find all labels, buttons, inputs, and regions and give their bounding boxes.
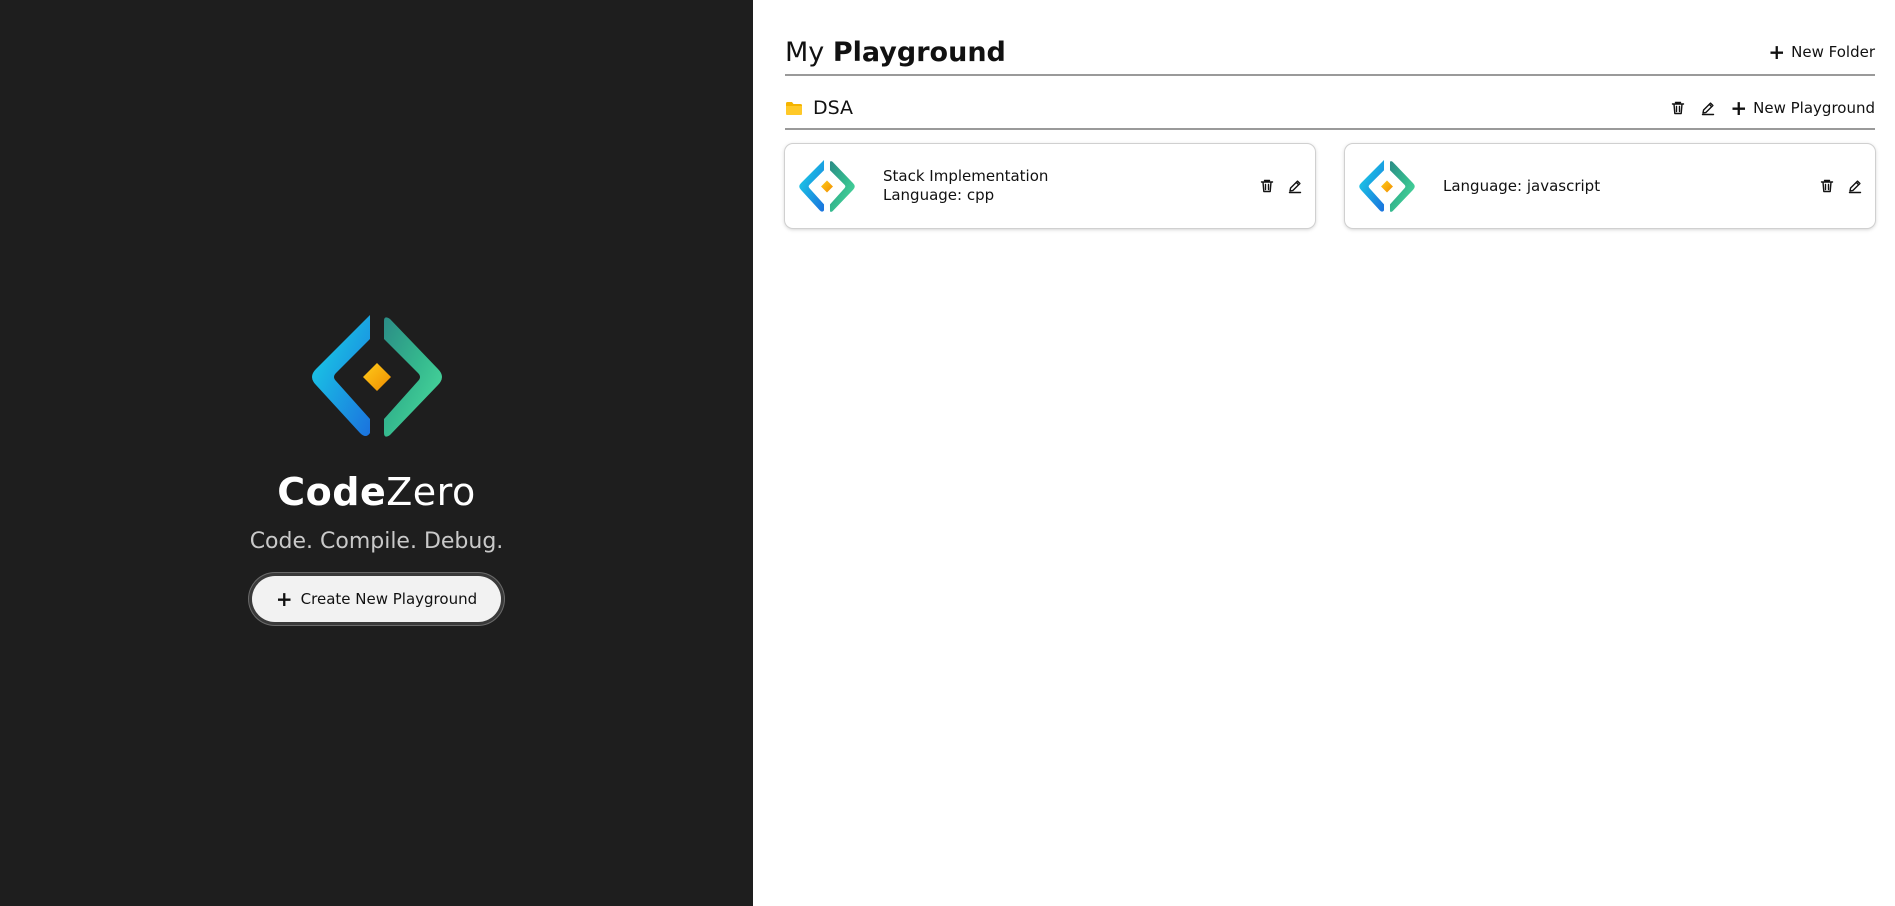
folder-header: DSA + New Playground bbox=[785, 96, 1875, 130]
playground-header: My Playground + New Folder bbox=[785, 37, 1875, 76]
playground-info: Stack Implementation Language: cpp bbox=[883, 167, 1259, 205]
app-root: CodeZero Code. Compile. Debug. + Create … bbox=[0, 0, 1895, 906]
folder-icon bbox=[786, 101, 802, 115]
plus-icon: + bbox=[1768, 40, 1786, 64]
folder-actions: + New Playground bbox=[1670, 98, 1875, 118]
create-new-playground-label: Create New Playground bbox=[300, 589, 478, 608]
new-folder-label: New Folder bbox=[1791, 43, 1875, 61]
folder-name: DSA bbox=[813, 97, 854, 119]
new-playground-button[interactable]: + New Playground bbox=[1730, 98, 1875, 118]
brand-name: CodeZero bbox=[277, 473, 475, 511]
folder-title: DSA bbox=[785, 97, 853, 119]
code-zero-logo-icon bbox=[302, 315, 452, 439]
playground-actions bbox=[1819, 178, 1863, 194]
page-title: My Playground bbox=[785, 37, 1006, 68]
right-panel: My Playground + New Folder DSA + New Pla… bbox=[753, 0, 1895, 906]
playground-title: Stack Implementation bbox=[883, 167, 1049, 185]
playground-cards: Stack Implementation Language: cpp Langu… bbox=[785, 144, 1875, 228]
delete-folder-trash-icon[interactable] bbox=[1670, 100, 1686, 116]
playground-card[interactable]: Language: javascript bbox=[1345, 144, 1875, 228]
brand-name-regular: Zero bbox=[386, 469, 476, 514]
playground-info: Language: javascript bbox=[1443, 177, 1819, 196]
left-panel: CodeZero Code. Compile. Debug. + Create … bbox=[0, 0, 753, 906]
new-playground-label: New Playground bbox=[1753, 99, 1875, 117]
brand-name-bold: Code bbox=[277, 469, 387, 514]
plus-icon: + bbox=[275, 586, 293, 611]
page-title-bold: Playground bbox=[832, 36, 1006, 68]
delete-playground-trash-icon[interactable] bbox=[1259, 178, 1275, 194]
brand-tagline: Code. Compile. Debug. bbox=[249, 528, 504, 554]
edit-folder-pencil-icon[interactable] bbox=[1700, 100, 1716, 116]
code-zero-logo-icon bbox=[795, 160, 859, 213]
code-zero-logo-icon bbox=[1355, 160, 1419, 213]
playground-language: Language: javascript bbox=[1443, 176, 1601, 195]
delete-playground-trash-icon[interactable] bbox=[1819, 178, 1835, 194]
new-folder-button[interactable]: + New Folder bbox=[1768, 42, 1875, 62]
page-title-prefix: My bbox=[785, 36, 825, 68]
plus-icon: + bbox=[1730, 96, 1748, 120]
edit-playground-pencil-icon[interactable] bbox=[1847, 178, 1863, 194]
create-new-playground-button[interactable]: + Create New Playground bbox=[251, 575, 502, 622]
playground-actions bbox=[1259, 178, 1303, 194]
edit-playground-pencil-icon[interactable] bbox=[1287, 178, 1303, 194]
playground-card[interactable]: Stack Implementation Language: cpp bbox=[785, 144, 1315, 228]
playground-language: Language: cpp bbox=[883, 186, 995, 204]
